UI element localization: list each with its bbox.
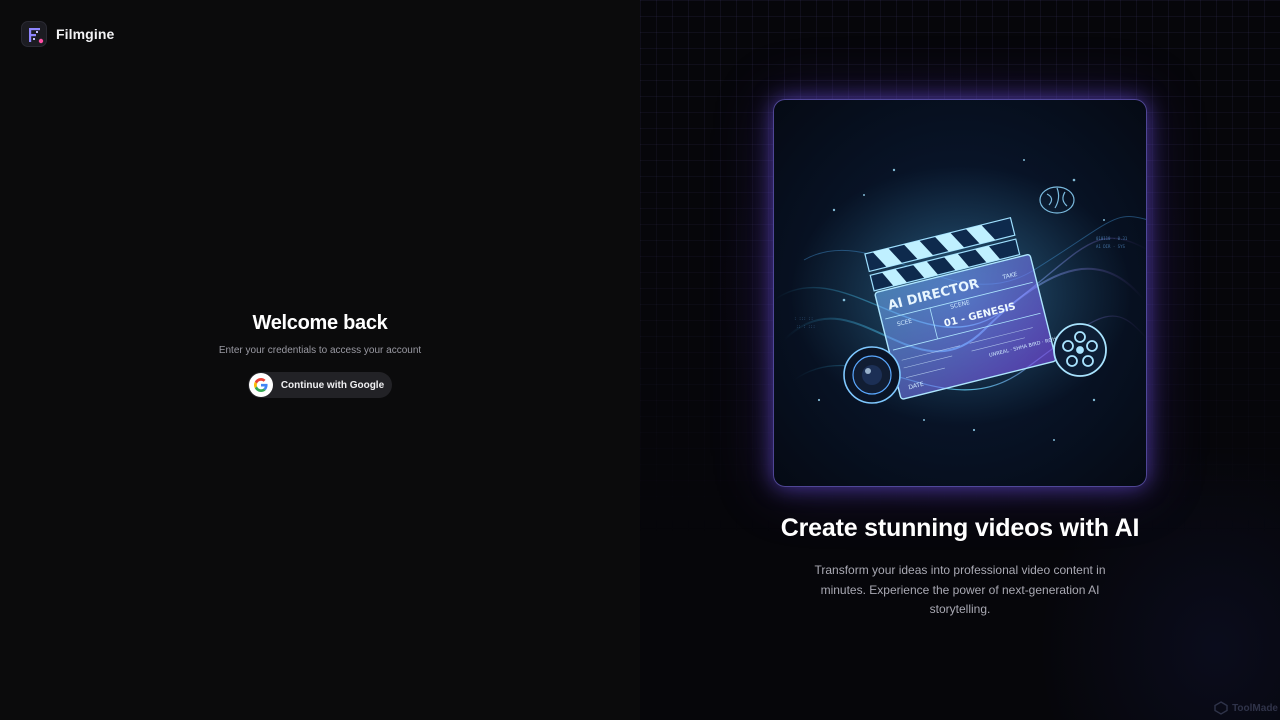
google-button-label: Continue with Google bbox=[280, 379, 385, 391]
ai-director-clapperboard-illustration: AI DIRECTOR TAKE SCEE SCENE 01 - GENESIS… bbox=[773, 99, 1147, 487]
svg-text:A1 DIR · SYS: A1 DIR · SYS bbox=[1096, 244, 1125, 249]
login-panel: Filmgine Welcome back Enter your credent… bbox=[0, 0, 640, 720]
google-g-icon bbox=[248, 373, 273, 397]
hero-description: Transform your ideas into professional v… bbox=[814, 563, 1106, 616]
watermark: ToolMade bbox=[1214, 701, 1278, 715]
hero-panel: AI DIRECTOR TAKE SCEE SCENE 01 - GENESIS… bbox=[640, 0, 1280, 720]
continue-with-google-button[interactable]: Continue with Google bbox=[247, 372, 393, 398]
page-title: Welcome back bbox=[252, 312, 388, 334]
login-form: Welcome back Enter your credentials to a… bbox=[120, 312, 520, 398]
watermark-icon bbox=[1214, 701, 1228, 715]
brand-name: Filmgine bbox=[56, 26, 115, 42]
watermark-label: ToolMade bbox=[1232, 702, 1278, 714]
svg-text::: : :::: :: : ::: bbox=[796, 324, 815, 329]
svg-text:: ::: ::: : ::: :: bbox=[794, 316, 813, 321]
svg-text:010110 · 0.31: 010110 · 0.31 bbox=[1096, 236, 1128, 241]
hero-headline: Create stunning videos with AI bbox=[780, 514, 1140, 542]
brand[interactable]: Filmgine bbox=[21, 21, 114, 47]
filmgine-logo-icon bbox=[21, 21, 47, 47]
page-subtitle: Enter your credentials to access your ac… bbox=[218, 345, 422, 356]
